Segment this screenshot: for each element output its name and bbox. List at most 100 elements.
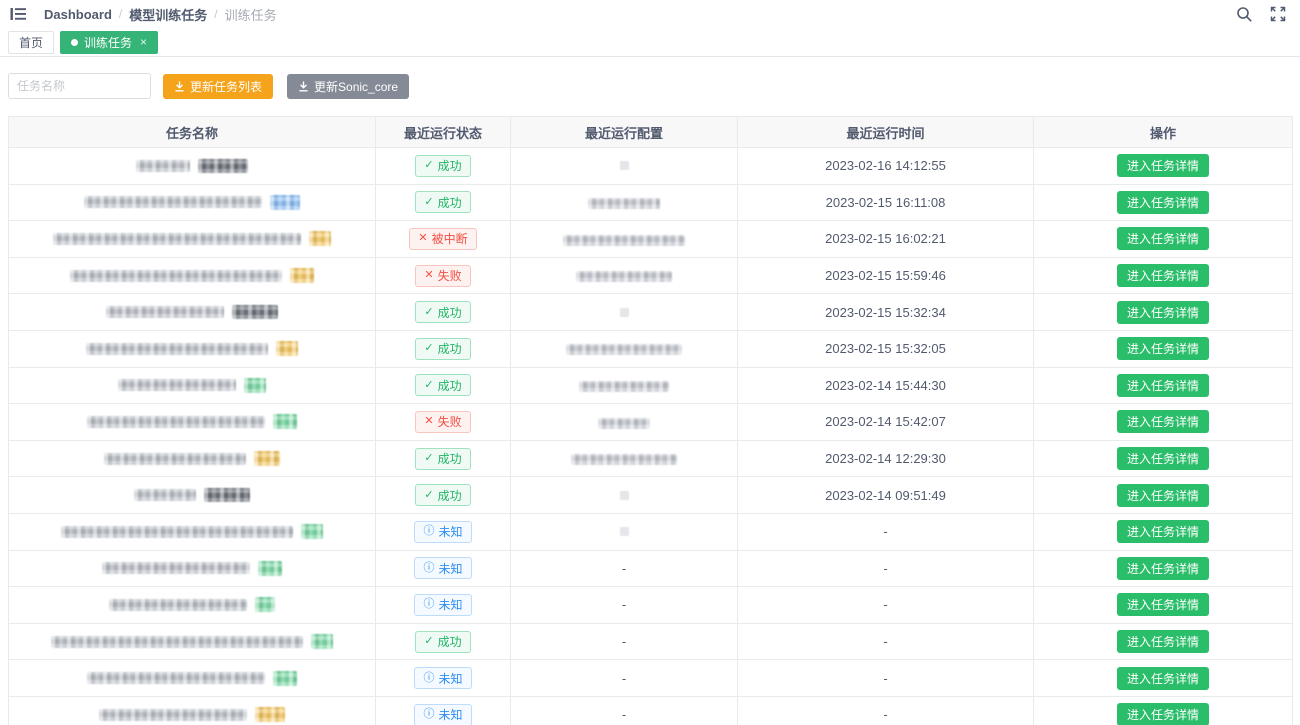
status-label: 成功 xyxy=(438,450,462,467)
success-status-icon: ✓ xyxy=(424,160,433,171)
action-cell: 进入任务详情 xyxy=(1034,623,1293,660)
update-task-list-button[interactable]: 更新任务列表 xyxy=(163,74,273,99)
tab-training-tasks[interactable]: 训练任务 × xyxy=(60,31,158,54)
run-config-cell xyxy=(511,330,738,367)
redacted-task-name xyxy=(87,416,265,428)
redacted-config xyxy=(571,454,677,465)
redacted-task-name xyxy=(51,636,303,648)
redacted-config xyxy=(576,271,672,282)
redacted-task-name xyxy=(86,343,268,355)
sidebar-collapse-icon[interactable] xyxy=(8,4,28,24)
action-cell: 进入任务详情 xyxy=(1034,148,1293,185)
run-config-cell: - xyxy=(511,623,738,660)
update-sonic-core-label: 更新Sonic_core xyxy=(314,78,398,95)
redacted-config-blob xyxy=(620,527,629,536)
run-status-cell: ✓成功 xyxy=(376,367,511,404)
success-status-icon: ✓ xyxy=(424,307,433,318)
run-time-cell: 2023-02-14 12:29:30 xyxy=(738,440,1034,477)
table-row: ✕失败2023-02-15 15:59:46进入任务详情 xyxy=(9,257,1293,294)
breadcrumb: Dashboard / 模型训练任务 / 训练任务 xyxy=(44,5,277,24)
table-row: ✓成功--进入任务详情 xyxy=(9,623,1293,660)
action-cell: 进入任务详情 xyxy=(1034,221,1293,258)
enter-task-detail-button[interactable]: 进入任务详情 xyxy=(1117,337,1209,360)
tab-training-tasks-label: 训练任务 xyxy=(84,34,132,51)
enter-task-detail-button[interactable]: 进入任务详情 xyxy=(1117,374,1209,397)
table-row: ⓘ未知--进入任务详情 xyxy=(9,696,1293,725)
run-time-cell: 2023-02-14 15:42:07 xyxy=(738,404,1034,441)
breadcrumb-dashboard[interactable]: Dashboard xyxy=(44,7,112,22)
enter-task-detail-button[interactable]: 进入任务详情 xyxy=(1117,191,1209,214)
run-status-cell: ⓘ未知 xyxy=(376,696,511,725)
success-status-icon: ✓ xyxy=(424,380,433,391)
status-badge-unknown: ⓘ未知 xyxy=(414,521,471,543)
task-name-cell xyxy=(9,294,376,331)
status-label: 未知 xyxy=(438,706,462,723)
task-name-cell xyxy=(9,367,376,404)
fullscreen-icon[interactable] xyxy=(1268,4,1288,24)
table-row: ⓘ未知--进入任务详情 xyxy=(9,660,1293,697)
redacted-task-name xyxy=(118,379,236,391)
update-task-list-label: 更新任务列表 xyxy=(190,78,262,95)
enter-task-detail-button[interactable]: 进入任务详情 xyxy=(1117,593,1209,616)
run-config-cell xyxy=(511,221,738,258)
run-config-cell: - xyxy=(511,550,738,587)
task-name-cell xyxy=(9,477,376,514)
task-name-cell xyxy=(9,404,376,441)
status-label: 未知 xyxy=(438,670,462,687)
run-status-cell: ✓成功 xyxy=(376,330,511,367)
enter-task-detail-button[interactable]: 进入任务详情 xyxy=(1117,447,1209,470)
main-content: 更新任务列表 更新Sonic_core 任务名称最近运行状态最近运行配置最近运行… xyxy=(0,73,1300,725)
column-header-1: 最近运行状态 xyxy=(376,117,511,148)
table-row: ✓成功2023-02-14 09:51:49进入任务详情 xyxy=(9,477,1293,514)
action-cell: 进入任务详情 xyxy=(1034,404,1293,441)
enter-task-detail-button[interactable]: 进入任务详情 xyxy=(1117,520,1209,543)
table-row: ✓成功 2023-02-14 12:29:30 进入任务详情 xyxy=(9,440,1293,477)
failed-status-icon: ✕ xyxy=(424,416,433,427)
update-sonic-core-button[interactable]: 更新Sonic_core xyxy=(287,74,409,99)
enter-task-detail-button[interactable]: 进入任务详情 xyxy=(1117,410,1209,433)
table-header-row: 任务名称最近运行状态最近运行配置最近运行时间操作 xyxy=(9,117,1293,148)
enter-task-detail-button[interactable]: 进入任务详情 xyxy=(1117,484,1209,507)
enter-task-detail-button[interactable]: 进入任务详情 xyxy=(1117,301,1209,324)
enter-task-detail-button[interactable]: 进入任务详情 xyxy=(1117,154,1209,177)
task-name-input[interactable] xyxy=(8,73,151,99)
enter-task-detail-button[interactable]: 进入任务详情 xyxy=(1117,227,1209,250)
tab-home[interactable]: 首页 xyxy=(8,31,54,54)
run-status-cell: ✓成功 xyxy=(376,294,511,331)
search-icon[interactable] xyxy=(1234,4,1254,24)
filter-toolbar: 更新任务列表 更新Sonic_core xyxy=(8,73,1292,99)
enter-task-detail-button[interactable]: 进入任务详情 xyxy=(1117,264,1209,287)
status-badge-success: ✓成功 xyxy=(415,338,470,360)
enter-task-detail-button[interactable]: 进入任务详情 xyxy=(1117,630,1209,653)
run-time-cell: - xyxy=(738,696,1034,725)
action-cell: 进入任务详情 xyxy=(1034,513,1293,550)
redacted-task-name xyxy=(84,196,262,208)
top-header: Dashboard / 模型训练任务 / 训练任务 xyxy=(0,0,1300,28)
run-time-cell: - xyxy=(738,587,1034,624)
breadcrumb-model-training[interactable]: 模型训练任务 xyxy=(129,5,207,24)
tab-close-icon[interactable]: × xyxy=(140,35,147,49)
run-status-cell: ✓成功 xyxy=(376,440,511,477)
status-badge-unknown: ⓘ未知 xyxy=(414,704,471,725)
success-status-icon: ✓ xyxy=(424,636,433,647)
task-name-cell xyxy=(9,696,376,725)
training-tasks-table: 任务名称最近运行状态最近运行配置最近运行时间操作 ✓成功2023-02-16 1… xyxy=(8,116,1293,725)
breadcrumb-separator: / xyxy=(119,7,122,21)
redacted-config-blob xyxy=(620,491,629,500)
status-badge-success: ✓成功 xyxy=(415,301,470,323)
enter-task-detail-button[interactable]: 进入任务详情 xyxy=(1117,557,1209,580)
run-config-cell xyxy=(511,184,738,221)
run-status-cell: ✓成功 xyxy=(376,477,511,514)
redacted-config xyxy=(563,235,685,246)
status-badge-unknown: ⓘ未知 xyxy=(414,594,471,616)
task-name-cell xyxy=(9,221,376,258)
redacted-task-name xyxy=(87,672,265,684)
run-config-cell xyxy=(511,477,738,514)
download-icon xyxy=(174,81,185,92)
run-status-cell: ⓘ未知 xyxy=(376,587,511,624)
enter-task-detail-button[interactable]: 进入任务详情 xyxy=(1117,703,1209,725)
failed-status-icon: ✕ xyxy=(424,270,433,281)
enter-task-detail-button[interactable]: 进入任务详情 xyxy=(1117,667,1209,690)
table-row: ✕失败2023-02-14 15:42:07进入任务详情 xyxy=(9,404,1293,441)
run-status-cell: ✓成功 xyxy=(376,184,511,221)
